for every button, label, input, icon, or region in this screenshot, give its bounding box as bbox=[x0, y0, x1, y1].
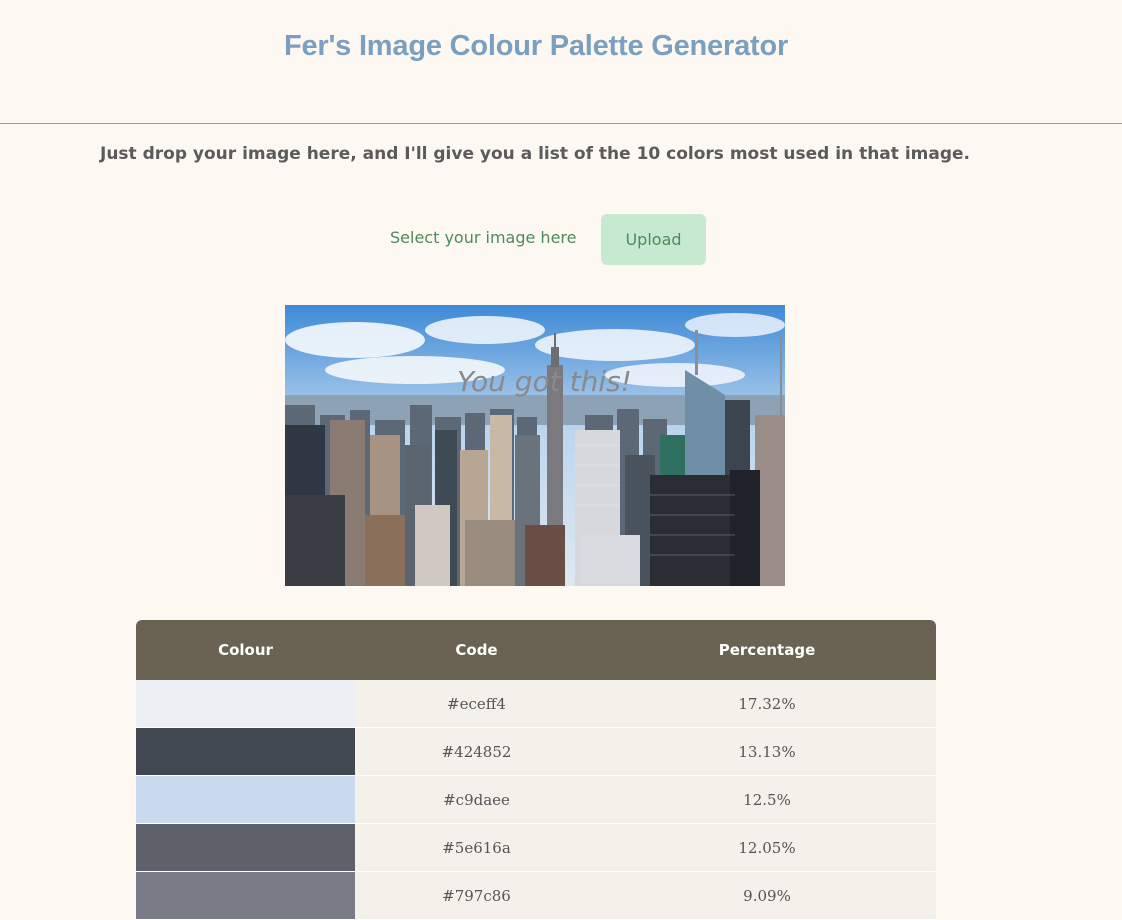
table-row: #c9daee 12.5% bbox=[136, 775, 936, 824]
colour-code: #797c86 bbox=[355, 871, 598, 920]
palette-table: Colour Code Percentage #eceff4 17.32% #4… bbox=[136, 620, 936, 920]
colour-code: #424852 bbox=[355, 727, 598, 776]
header-code: Code bbox=[355, 620, 598, 680]
select-image-label[interactable]: Select your image here bbox=[390, 228, 576, 247]
table-row: #eceff4 17.32% bbox=[136, 680, 936, 728]
intro-text: Just drop your image here, and I'll give… bbox=[100, 144, 970, 164]
page-header: Fer's Image Colour Palette Generator bbox=[0, 0, 1122, 124]
header-percentage: Percentage bbox=[598, 620, 936, 680]
colour-percentage: 9.09% bbox=[598, 871, 936, 920]
uploaded-image-preview: You got this! bbox=[285, 305, 785, 586]
page-title: Fer's Image Colour Palette Generator bbox=[283, 30, 789, 62]
colour-swatch bbox=[136, 680, 355, 728]
colour-percentage: 17.32% bbox=[598, 680, 936, 728]
colour-percentage: 13.13% bbox=[598, 727, 936, 776]
header-colour: Colour bbox=[136, 620, 355, 680]
colour-code: #c9daee bbox=[355, 775, 598, 824]
table-row: #5e616a 12.05% bbox=[136, 823, 936, 872]
colour-percentage: 12.5% bbox=[598, 775, 936, 824]
colour-swatch bbox=[136, 871, 355, 920]
table-header-row: Colour Code Percentage bbox=[136, 620, 936, 680]
image-overlay-text: You got this! bbox=[457, 365, 632, 398]
colour-percentage: 12.05% bbox=[598, 823, 936, 872]
table-row: #797c86 9.09% bbox=[136, 871, 936, 920]
colour-swatch bbox=[136, 775, 355, 824]
upload-button[interactable]: Upload bbox=[601, 214, 706, 265]
colour-code: #eceff4 bbox=[355, 680, 598, 728]
colour-code: #5e616a bbox=[355, 823, 598, 872]
colour-swatch bbox=[136, 727, 355, 776]
colour-swatch bbox=[136, 823, 355, 872]
table-row: #424852 13.13% bbox=[136, 727, 936, 776]
